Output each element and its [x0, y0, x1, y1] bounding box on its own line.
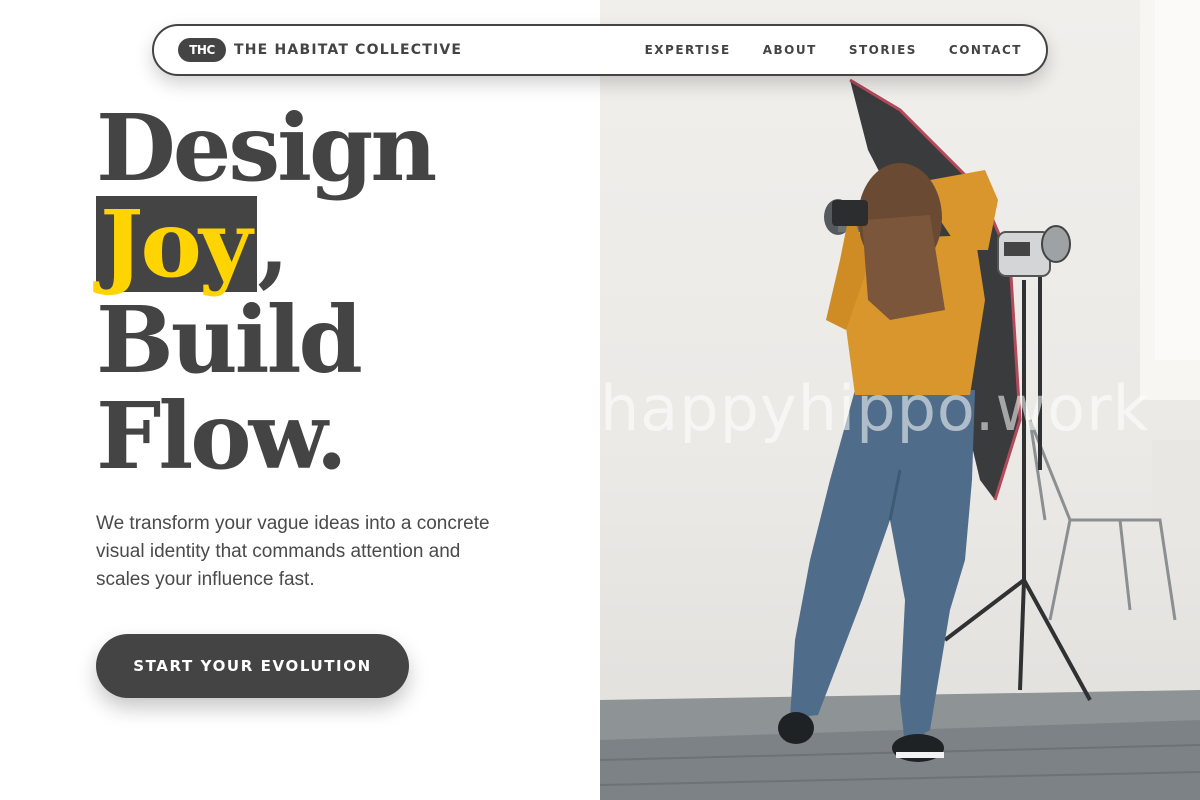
headline-comma: , [257, 190, 289, 298]
start-evolution-button[interactable]: START YOUR EVOLUTION [96, 634, 409, 698]
nav-link-about[interactable]: ABOUT [763, 43, 817, 57]
watermark-text: happyhippo.work [600, 372, 1150, 445]
nav-links: EXPERTISE ABOUT STORIES CONTACT [645, 43, 1022, 57]
logo-badge[interactable]: THC [178, 38, 226, 62]
headline-line-1: Design [96, 94, 437, 202]
headline-highlight: Joy [96, 196, 258, 292]
headline-line-4: Flow. [96, 382, 348, 490]
nav-link-contact[interactable]: CONTACT [949, 43, 1022, 57]
headline-line-3: Build [96, 286, 363, 394]
nav-link-stories[interactable]: STORIES [849, 43, 917, 57]
nav-link-expertise[interactable]: EXPERTISE [645, 43, 731, 57]
hero-description: We transform your vague ideas into a con… [96, 513, 490, 590]
brand-name[interactable]: THE HABITAT COLLECTIVE [234, 42, 462, 58]
headline-line-2: Joy, [96, 196, 434, 292]
top-navbar: THC THE HABITAT COLLECTIVE EXPERTISE ABO… [152, 24, 1048, 76]
hero-headline: Design Joy, Build Flow. [96, 94, 437, 490]
hero-photo: happyhippo.work [600, 0, 1200, 800]
